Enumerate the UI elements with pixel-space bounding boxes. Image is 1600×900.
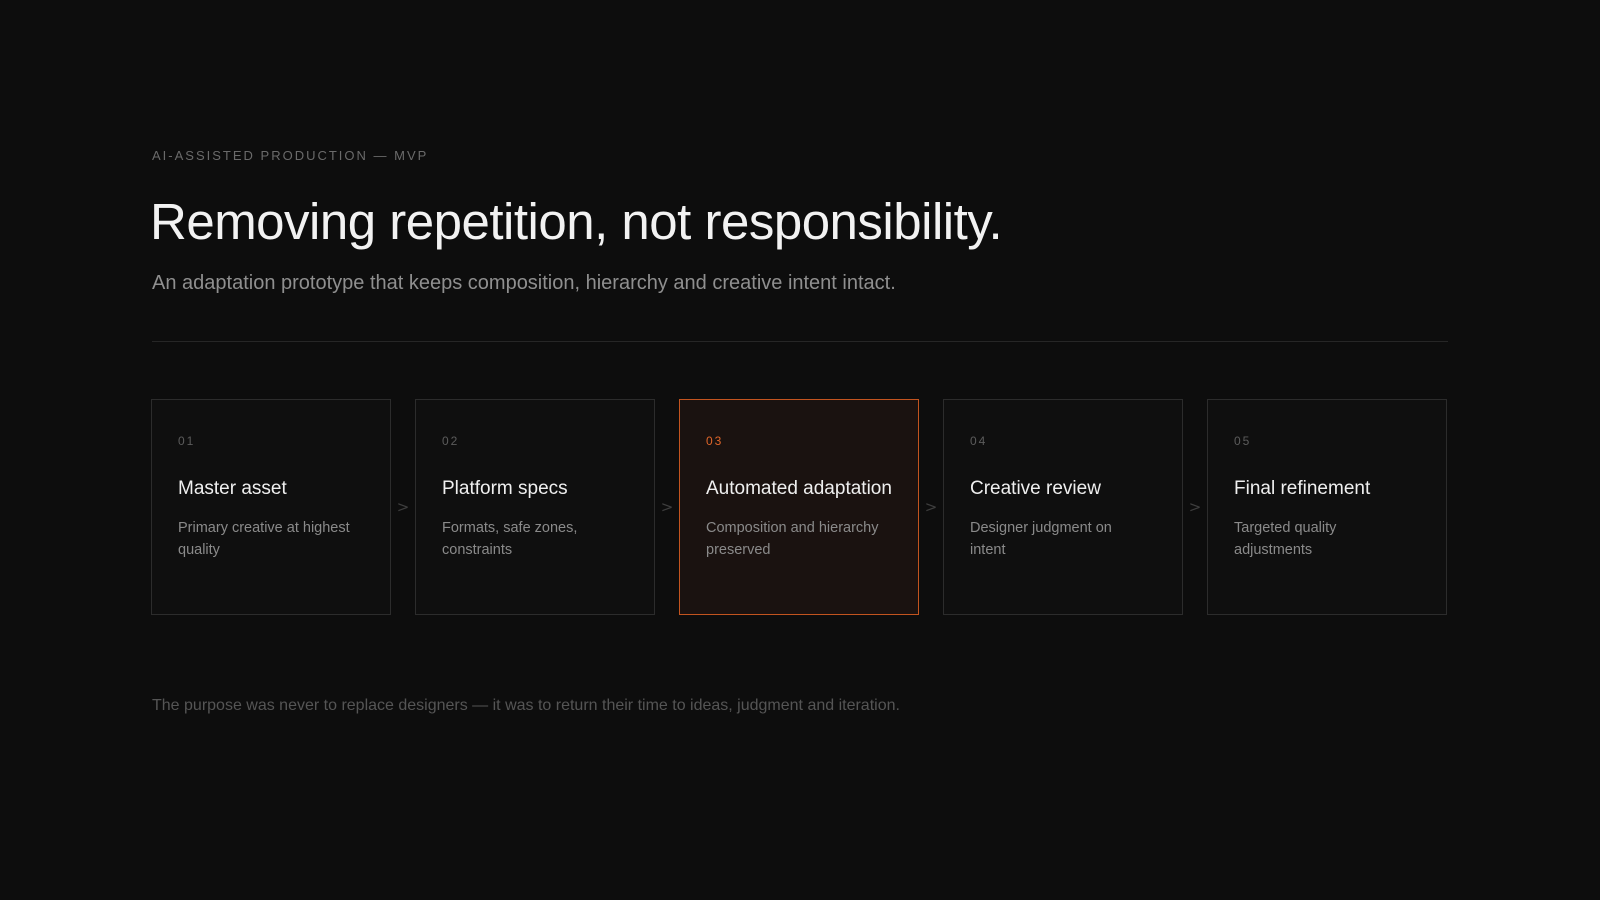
step-card-master-asset: 01 Master asset Primary creative at high… bbox=[151, 399, 391, 615]
step-title: Platform specs bbox=[442, 478, 568, 499]
step-card-automated-adaptation: 03 Automated adaptation Composition and … bbox=[679, 399, 919, 615]
slide: AI-ASSISTED PRODUCTION — MVP Removing re… bbox=[0, 0, 1600, 900]
chevron-right-icon: > bbox=[1188, 498, 1202, 516]
step-title: Master asset bbox=[178, 478, 287, 499]
step-number: 03 bbox=[706, 434, 724, 448]
step-title: Final refinement bbox=[1234, 478, 1371, 499]
process-steps: 01 Master asset Primary creative at high… bbox=[151, 399, 1447, 615]
step-description: Composition and hierarchy preserved bbox=[706, 520, 879, 558]
step-description: Primary creative at highest quality bbox=[178, 520, 350, 558]
step-number: 02 bbox=[442, 434, 460, 448]
page-title: Removing repetition, not responsibility. bbox=[150, 193, 1003, 250]
step-card-platform-specs: 02 Platform specs Formats, safe zones, c… bbox=[415, 399, 655, 615]
footer-note: The purpose was never to replace designe… bbox=[152, 697, 900, 714]
step-number: 01 bbox=[178, 434, 196, 448]
step-title: Creative review bbox=[970, 478, 1101, 499]
step-card-creative-review: 04 Creative review Designer judgment on … bbox=[943, 399, 1183, 615]
step-title: Automated adaptation bbox=[706, 478, 892, 499]
page-subtitle: An adaptation prototype that keeps compo… bbox=[152, 272, 896, 294]
step-description: Targeted quality adjustments bbox=[1234, 520, 1337, 558]
step-card-final-refinement: 05 Final refinement Targeted quality adj… bbox=[1207, 399, 1447, 615]
eyebrow-label: AI-ASSISTED PRODUCTION — MVP bbox=[152, 148, 429, 163]
step-description: Designer judgment on intent bbox=[970, 520, 1112, 558]
chevron-right-icon: > bbox=[660, 498, 674, 516]
divider bbox=[152, 341, 1448, 342]
chevron-right-icon: > bbox=[924, 498, 938, 516]
chevron-right-icon: > bbox=[396, 498, 410, 516]
step-number: 04 bbox=[970, 434, 988, 448]
step-number: 05 bbox=[1234, 434, 1252, 448]
step-description: Formats, safe zones, constraints bbox=[442, 520, 578, 558]
